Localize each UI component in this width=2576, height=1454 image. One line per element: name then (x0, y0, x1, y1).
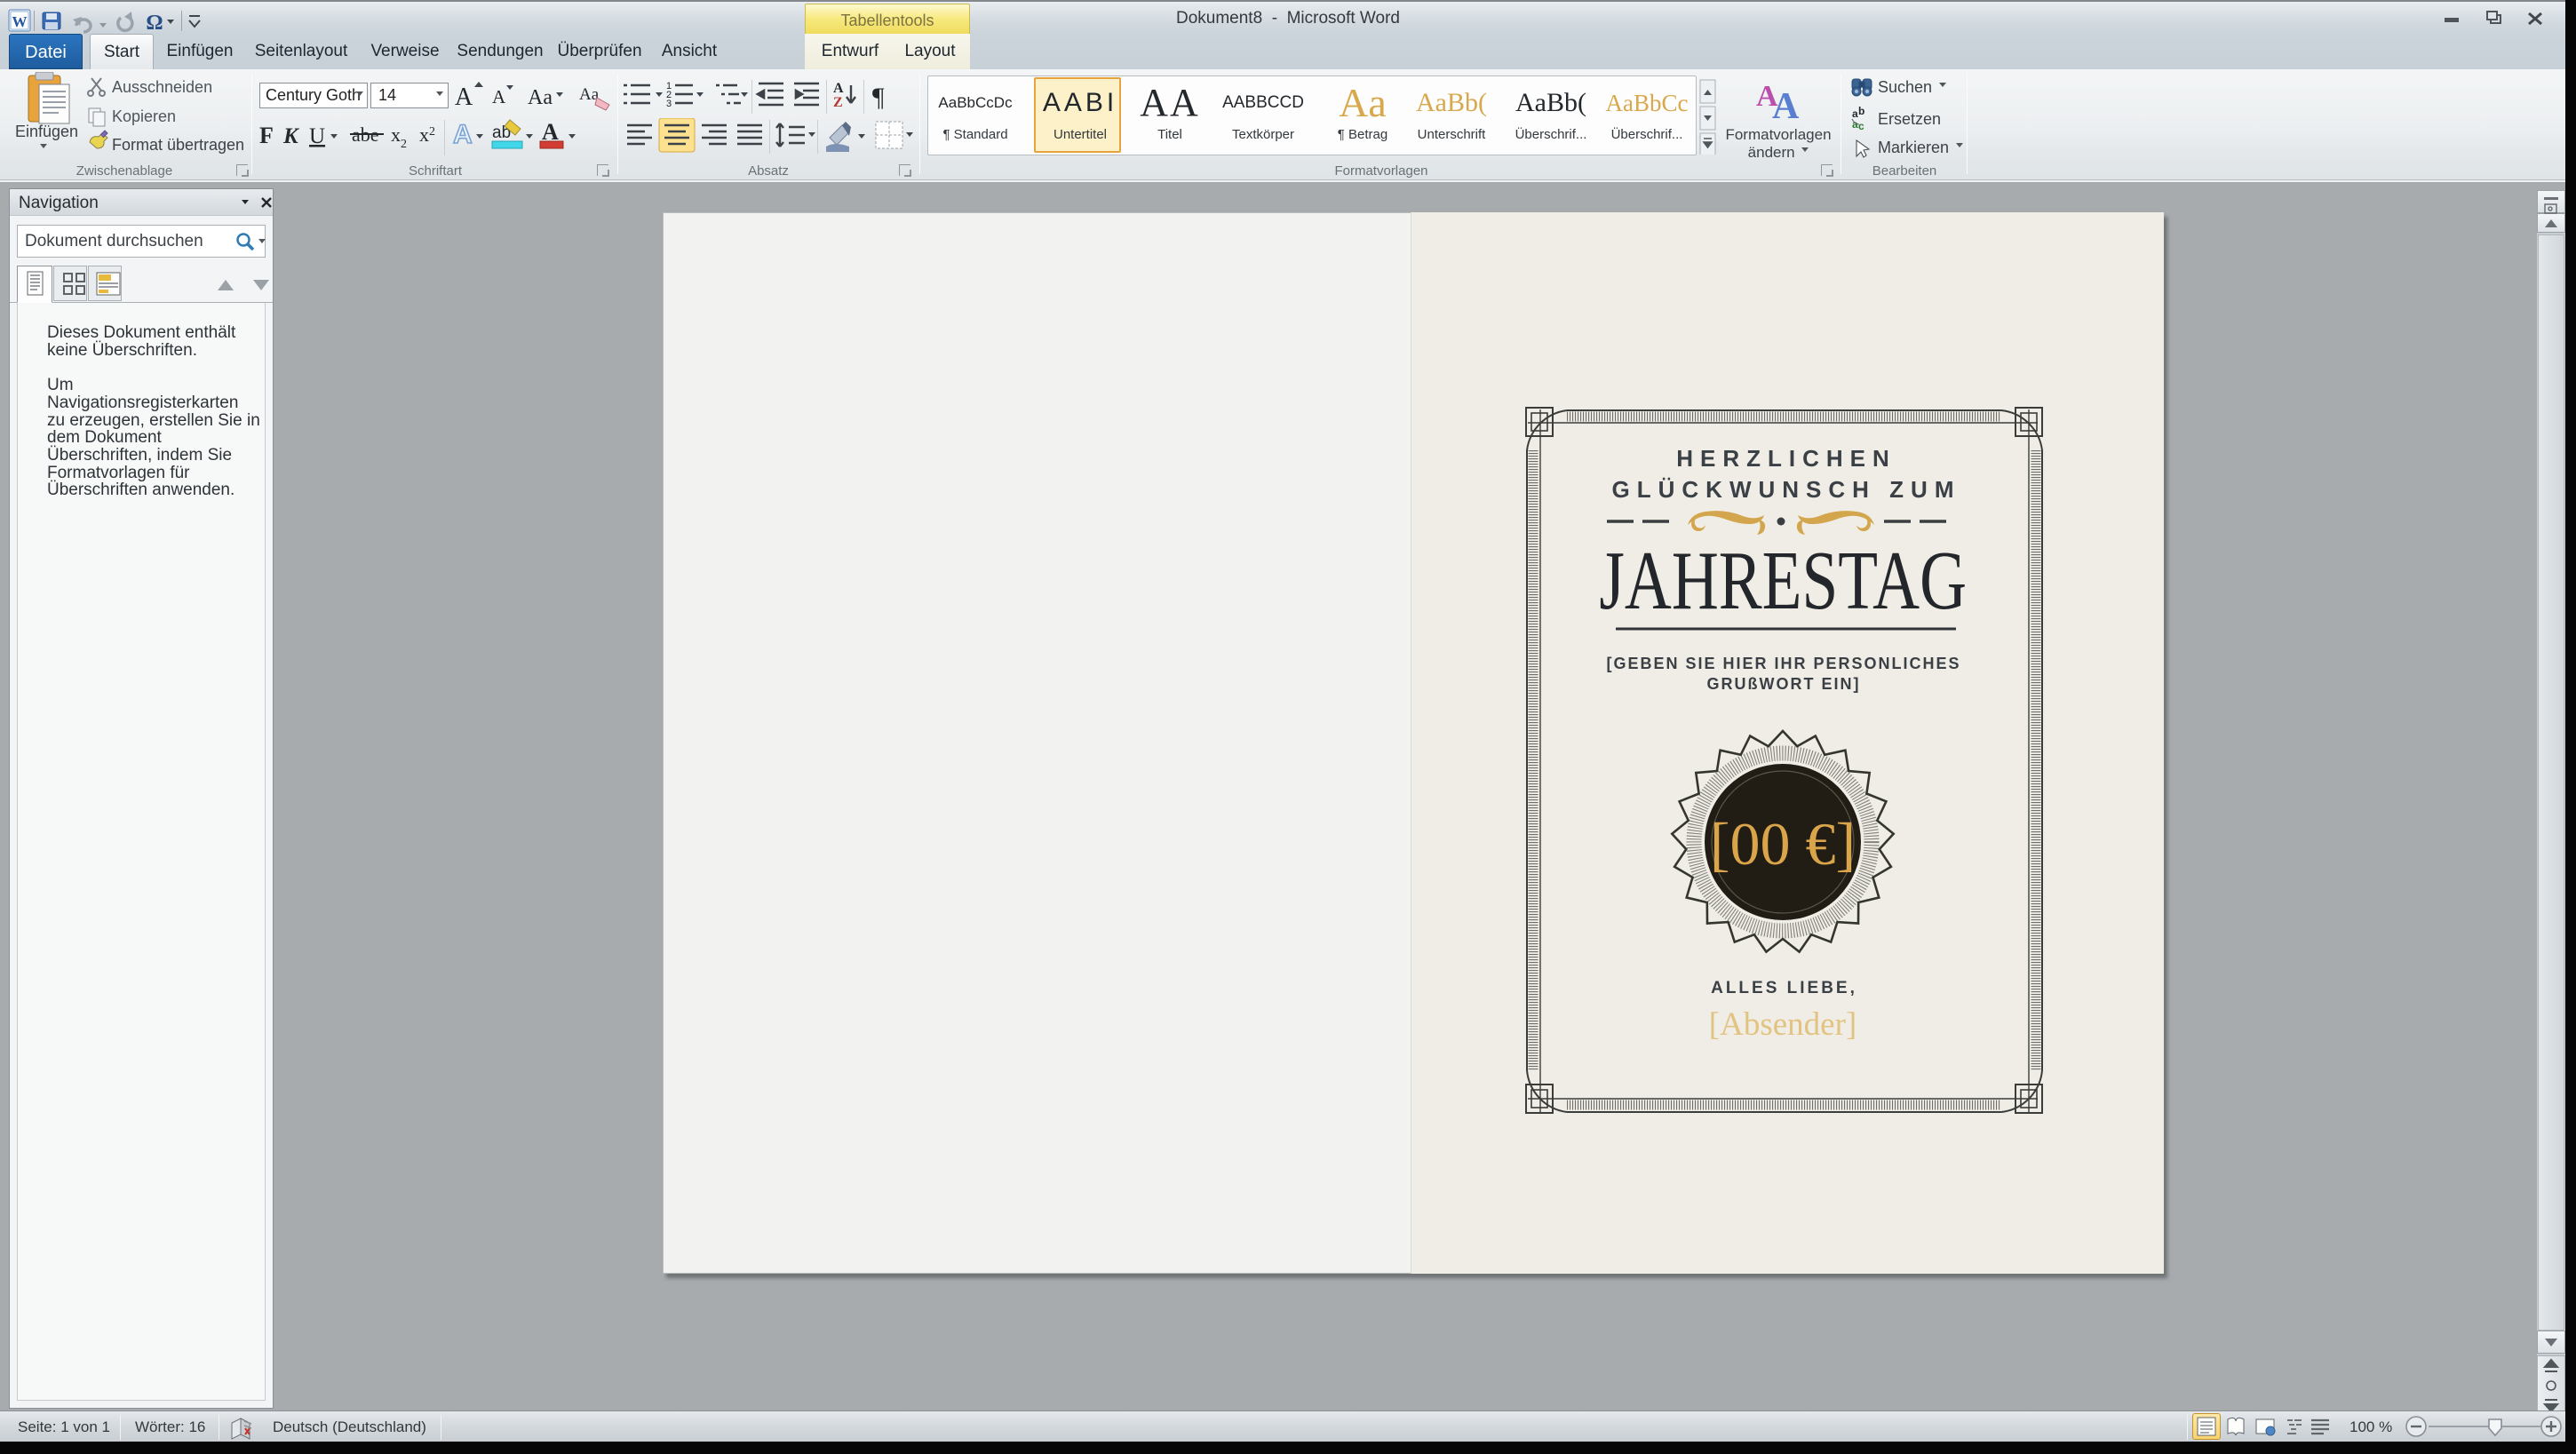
svg-text:2: 2 (429, 125, 435, 139)
svg-text:3: 3 (666, 99, 672, 109)
svg-text:U: U (309, 124, 325, 148)
svg-text:A: A (453, 120, 473, 149)
svg-text:A: A (492, 86, 506, 107)
svg-text:x: x (391, 123, 401, 146)
svg-text:2: 2 (401, 138, 407, 151)
svg-text:W: W (12, 13, 28, 30)
svg-text:x: x (419, 123, 429, 146)
svg-text:Aa: Aa (528, 86, 553, 109)
svg-text:A: A (833, 81, 844, 96)
svg-text:b: b (1858, 105, 1864, 117)
svg-text:Z: Z (833, 95, 843, 110)
svg-text:F: F (259, 123, 274, 148)
svg-text:A: A (455, 83, 473, 111)
svg-text:K: K (282, 124, 300, 148)
svg-text:Ω: Ω (146, 12, 163, 34)
svg-text:¶: ¶ (872, 83, 885, 112)
svg-text:[00 €]: [00 €] (1710, 810, 1856, 878)
svg-text:c: c (1858, 120, 1864, 132)
svg-text:A: A (1772, 86, 1800, 122)
